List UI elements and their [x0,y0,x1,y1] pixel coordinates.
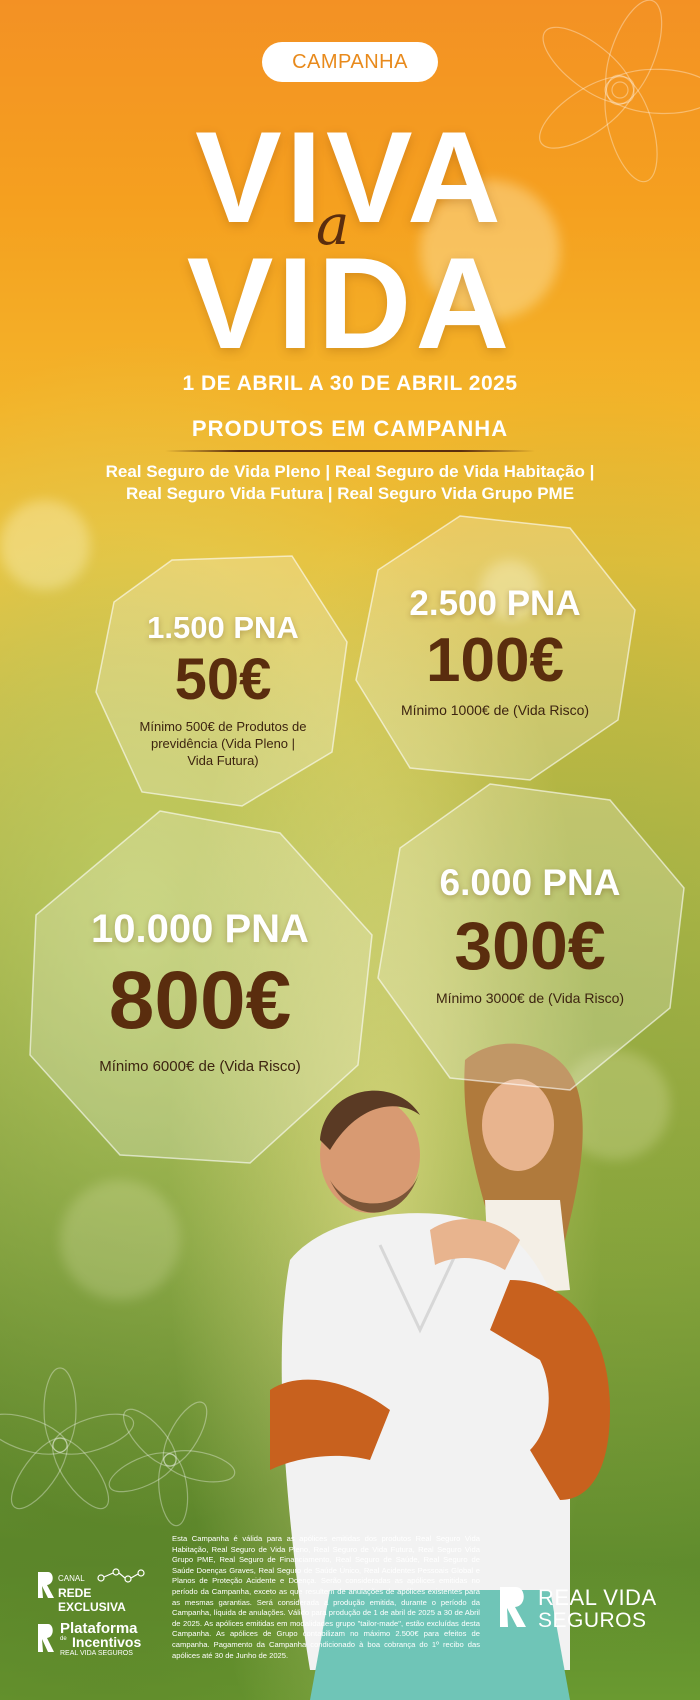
brand-name-line1: REAL VIDA [538,1585,657,1610]
tier-card-3: 10.000 PNA 800€ Mínimo 6000€ de (Vida Ri… [20,805,380,1170]
tier-pna-2: 2.500 PNA [409,584,581,623]
network-icon [97,1568,145,1583]
tier-note-2: Mínimo 1000€ de (Vida Risco) [400,702,590,718]
canal-label: CANAL [58,1574,85,1583]
title-divider [165,450,535,452]
tier-note-1b: previdência (Vida Pleno | [150,736,296,751]
tier-note-1c: Vida Futura) [187,753,259,768]
rv-mark-icon [38,1572,54,1598]
tier-note-1a: Mínimo 500€ de Produtos de [139,719,307,734]
tier-amount-4: 300€ [454,908,606,984]
campaign-badge: CAMPANHA [262,42,438,82]
tier-amount-1: 50€ [174,647,272,712]
real-vida-seguros-logo: REAL VIDA SEGUROS [498,1583,683,1633]
tier-card-4: 6.000 PNA 300€ Mínimo 3000€ de (Vida Ris… [370,778,690,1098]
bokeh-light [0,500,90,590]
tier-amount-2: 100€ [426,626,564,695]
bokeh-light [60,1180,180,1300]
canal-rede-exclusiva-logo: CANAL REDE EXCLUSIVA [36,1568,156,1614]
tier-pna-3: 10.000 PNA [91,907,309,951]
headline-viva: VIVA [195,104,505,250]
tier-amount-3: 800€ [108,955,292,1046]
plataforma-brand-label: REAL VIDA SEGUROS [60,1650,133,1657]
campaign-dates: 1 DE ABRIL A 30 DE ABRIL 2025 [182,372,518,395]
campaign-poster: CAMPANHA VIVA a VIDA 1 DE ABRIL A 30 DE … [0,0,700,1700]
tier-note-3: Mínimo 6000€ de (Vida Risco) [99,1058,301,1075]
products-line-2: Real Seguro Vida Futura | Real Seguro Vi… [125,484,575,503]
rv-mark-icon [500,1587,526,1627]
rv-mark-icon [38,1624,54,1652]
incentivos-label: Incentivos [72,1634,142,1650]
products-line-1: Real Seguro de Vida Pleno | Real Seguro … [105,462,595,481]
brand-name-line2: SEGUROS [538,1609,647,1632]
tier-pna-1: 1.500 PNA [147,610,299,645]
plataforma-incentivos-logo: Plataforma de Incentivos REAL VIDA SEGUR… [36,1620,156,1660]
plataforma-de-label: de [60,1636,67,1642]
tier-note-4: Mínimo 3000€ de (Vida Risco) [435,990,625,1006]
tier-card-2: 2.500 PNA 100€ Mínimo 1000€ de (Vida Ris… [350,510,640,785]
tier-card-1: 1.500 PNA 50€ Mínimo 500€ de Produtos de… [92,552,354,810]
products-title: PRODUTOS EM CAMPANHA [191,416,509,441]
headline-vida: VIDA [186,230,514,376]
terms-disclaimer: Esta Campanha é válida para as apólices … [172,1534,480,1660]
rede-exclusiva-label: REDE EXCLUSIVA [58,1586,126,1614]
tier-pna-4: 6.000 PNA [439,862,621,903]
flower-outline-icon [0,1367,236,1527]
